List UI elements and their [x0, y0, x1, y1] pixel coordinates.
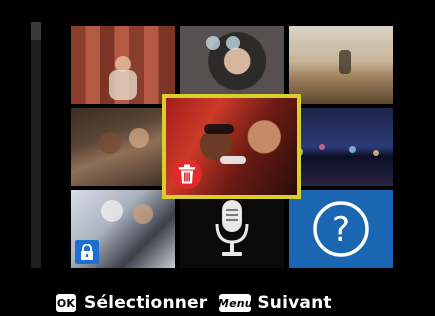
thumbnail-help[interactable]: ?: [289, 190, 393, 268]
microphone-icon: [213, 198, 251, 264]
menu-key-badge: Menu: [218, 294, 253, 312]
next-label: Suivant: [257, 293, 332, 313]
thumbnail-photo-person-wall[interactable]: [71, 26, 175, 104]
footer-hint-bar: OK Sélectionner Menu Suivant: [0, 290, 435, 316]
question-icon: ?: [311, 199, 371, 263]
svg-text:?: ?: [332, 210, 350, 250]
thumbnail-voice-memo[interactable]: [180, 190, 284, 268]
scrollbar-thumb[interactable]: [31, 22, 41, 40]
lock-icon: [75, 240, 99, 264]
thumbnail-photo-woman-sunglasses[interactable]: [180, 26, 284, 104]
thumbnail-photo-girls-protected[interactable]: [71, 190, 175, 268]
playback-screen: ? OK Sélectionner Menu Suivant: [0, 0, 435, 316]
ok-key-badge: OK: [56, 294, 76, 312]
thumbnail-photo-city-night[interactable]: [289, 108, 393, 186]
thumbnail-photo-skateboarder[interactable]: [289, 26, 393, 104]
thumbnail-photo-friends-lying[interactable]: [71, 108, 175, 186]
trash-icon: [172, 159, 202, 189]
select-label: Sélectionner: [84, 293, 208, 313]
scrollbar[interactable]: [31, 22, 41, 268]
selected-thumbnail-photo-couple[interactable]: [162, 94, 301, 199]
